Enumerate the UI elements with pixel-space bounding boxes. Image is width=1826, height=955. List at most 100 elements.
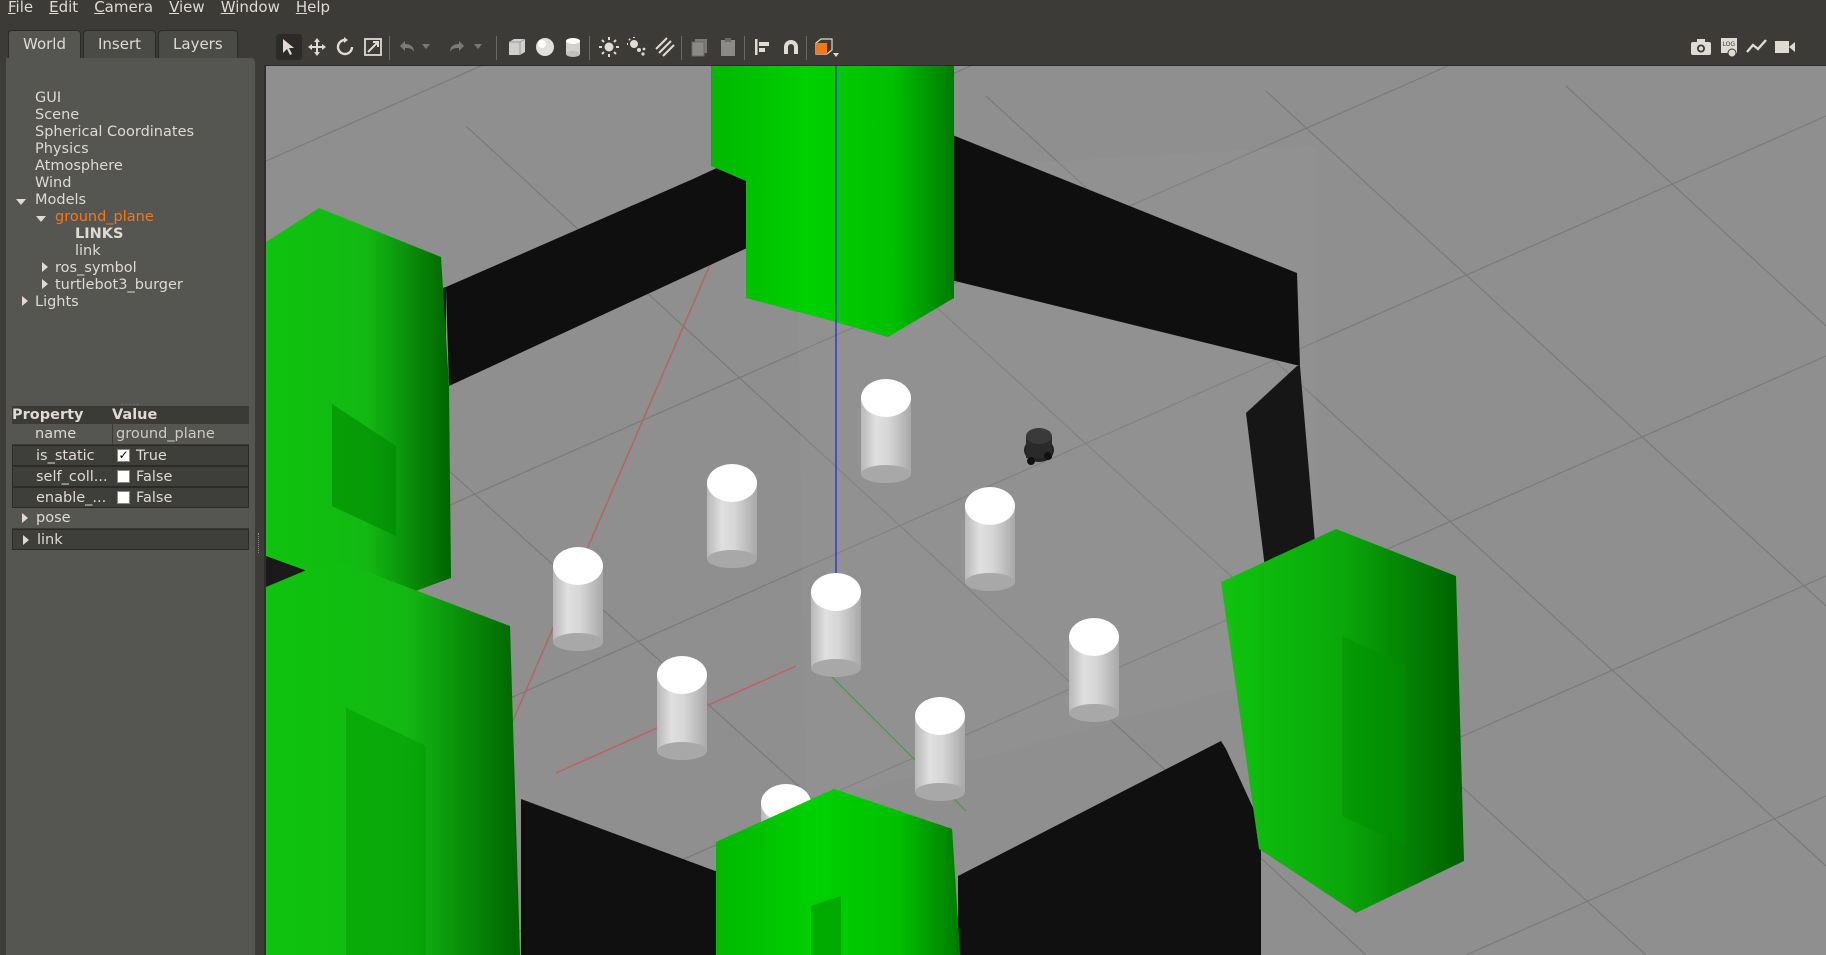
video-record-icon[interactable]: [1772, 34, 1798, 60]
screenshot-camera-icon[interactable]: [1688, 34, 1714, 60]
view-angle-icon[interactable]: [810, 34, 842, 60]
toolbar-separator: [589, 36, 590, 60]
expand-turtlebot-arrow-icon[interactable]: [42, 279, 48, 289]
tree-item-spherical-coordinates[interactable]: Spherical Coordinates: [35, 124, 194, 141]
property-row-name[interactable]: name ground_plane: [12, 424, 249, 445]
directional-light-icon[interactable]: [652, 34, 678, 60]
undo-dropdown-icon[interactable]: [419, 34, 433, 60]
redo-dropdown-icon[interactable]: [471, 34, 485, 60]
menu-camera[interactable]: Camera: [86, 0, 161, 28]
property-pose-label: pose: [36, 510, 71, 526]
menu-file[interactable]: File: [0, 0, 41, 28]
property-row-pose[interactable]: pose: [12, 508, 249, 529]
cylinder-8: [915, 697, 965, 801]
menu-view[interactable]: View: [161, 0, 213, 28]
property-row-link[interactable]: link: [12, 529, 249, 550]
property-column-header: Property: [12, 407, 84, 423]
property-table: Property Value name ground_plane is_stat…: [12, 406, 249, 550]
property-name-value: ground_plane: [112, 424, 249, 444]
3d-scene-render[interactable]: [266, 66, 1826, 955]
toolbar-separator: [496, 36, 497, 60]
world-tree-panel: GUI Scene Spherical Coordinates Physics …: [6, 58, 255, 955]
cylinder-shape-icon[interactable]: [560, 34, 586, 60]
svg-text:LOG: LOG: [1723, 41, 1736, 48]
toolbar-separator: [806, 36, 807, 60]
menu-window[interactable]: Window: [213, 0, 288, 28]
menu-help[interactable]: Help: [288, 0, 338, 28]
align-icon[interactable]: [750, 34, 776, 60]
tree-item-turtlebot3-burger[interactable]: turtlebot3_burger: [55, 277, 183, 294]
green-block-upper-left: [266, 208, 451, 600]
enable-wind-value: False: [136, 489, 173, 506]
panel-resize-handle[interactable]: [258, 533, 262, 553]
translate-icon[interactable]: [304, 34, 330, 60]
select-arrow-icon[interactable]: [276, 34, 302, 60]
is-static-checkbox[interactable]: ✓: [117, 449, 130, 462]
property-name-label: name: [35, 426, 77, 442]
cylinder-7: [657, 656, 707, 760]
expand-models-arrow-icon[interactable]: [16, 199, 26, 205]
toolbar-separator: [681, 36, 682, 60]
paste-icon[interactable]: [715, 34, 741, 60]
point-light-icon[interactable]: [596, 34, 622, 60]
tree-item-scene[interactable]: Scene: [35, 107, 79, 124]
property-self-collide-label: self_coll...: [36, 468, 108, 485]
snap-magnet-icon[interactable]: [778, 34, 804, 60]
green-block-top: [711, 66, 954, 337]
property-link-label: link: [37, 531, 63, 548]
menubar: File Edit Camera View Window Help: [0, 0, 1826, 28]
tree-item-atmosphere[interactable]: Atmosphere: [35, 158, 123, 175]
redo-icon[interactable]: [444, 34, 470, 60]
property-row-is-static[interactable]: is_static ✓ True: [12, 445, 249, 466]
turtlebot3-burger-robot: [1024, 428, 1054, 465]
tab-world[interactable]: World: [8, 30, 81, 58]
property-enable-wind-label: enable_...: [36, 489, 107, 506]
viewport-toolbar: LOG: [264, 28, 1826, 66]
tree-item-link[interactable]: link: [75, 243, 101, 260]
box-shape-icon[interactable]: [504, 34, 530, 60]
expand-lights-arrow-icon[interactable]: [22, 296, 28, 306]
3d-viewport: LOG: [264, 28, 1826, 955]
cylinder-5: [811, 573, 861, 677]
spot-light-icon[interactable]: [624, 34, 650, 60]
expand-pose-arrow-icon[interactable]: [22, 513, 28, 523]
log-icon[interactable]: LOG: [1716, 34, 1742, 60]
property-table-header: Property Value: [12, 406, 249, 424]
cylinder-6: [1069, 618, 1119, 722]
toolbar-separator: [389, 36, 390, 60]
tree-item-links-header: LINKS: [75, 226, 124, 242]
scene-canvas: [266, 66, 1826, 955]
tree-item-lights[interactable]: Lights: [35, 294, 79, 311]
property-row-self-collide[interactable]: self_coll... False: [12, 466, 249, 487]
self-collide-checkbox[interactable]: [117, 470, 130, 483]
tree-item-models[interactable]: Models: [35, 192, 86, 209]
tree-item-physics[interactable]: Physics: [35, 141, 89, 158]
cylinder-2: [707, 464, 757, 568]
panel-tabs: World Insert Layers: [8, 30, 240, 58]
tab-layers[interactable]: Layers: [158, 30, 238, 58]
enable-wind-checkbox[interactable]: [117, 491, 130, 504]
rotate-icon[interactable]: [332, 34, 358, 60]
property-row-enable-wind[interactable]: enable_... False: [12, 487, 249, 508]
cylinder-4: [553, 547, 603, 651]
tree-item-ros-symbol[interactable]: ros_symbol: [55, 260, 137, 277]
property-is-static-label: is_static: [36, 447, 95, 464]
expand-link-arrow-icon[interactable]: [23, 534, 29, 545]
cylinder-1: [861, 379, 911, 483]
tree-item-ground-plane[interactable]: ground_plane: [55, 209, 154, 226]
value-column-header: Value: [112, 407, 158, 423]
self-collide-value: False: [136, 468, 173, 485]
tab-insert[interactable]: Insert: [83, 30, 157, 58]
cylinder-3: [965, 487, 1015, 591]
sphere-shape-icon[interactable]: [532, 34, 558, 60]
expand-ground-plane-arrow-icon[interactable]: [36, 216, 46, 222]
undo-icon[interactable]: [394, 34, 420, 60]
toolbar-separator: [744, 36, 745, 60]
tree-item-wind[interactable]: Wind: [35, 175, 71, 192]
copy-icon[interactable]: [687, 34, 713, 60]
menu-edit[interactable]: Edit: [41, 0, 86, 28]
expand-ros-symbol-arrow-icon[interactable]: [42, 262, 48, 272]
plot-icon[interactable]: [1744, 34, 1770, 60]
scale-icon[interactable]: [360, 34, 386, 60]
tree-item-gui[interactable]: GUI: [35, 90, 61, 107]
